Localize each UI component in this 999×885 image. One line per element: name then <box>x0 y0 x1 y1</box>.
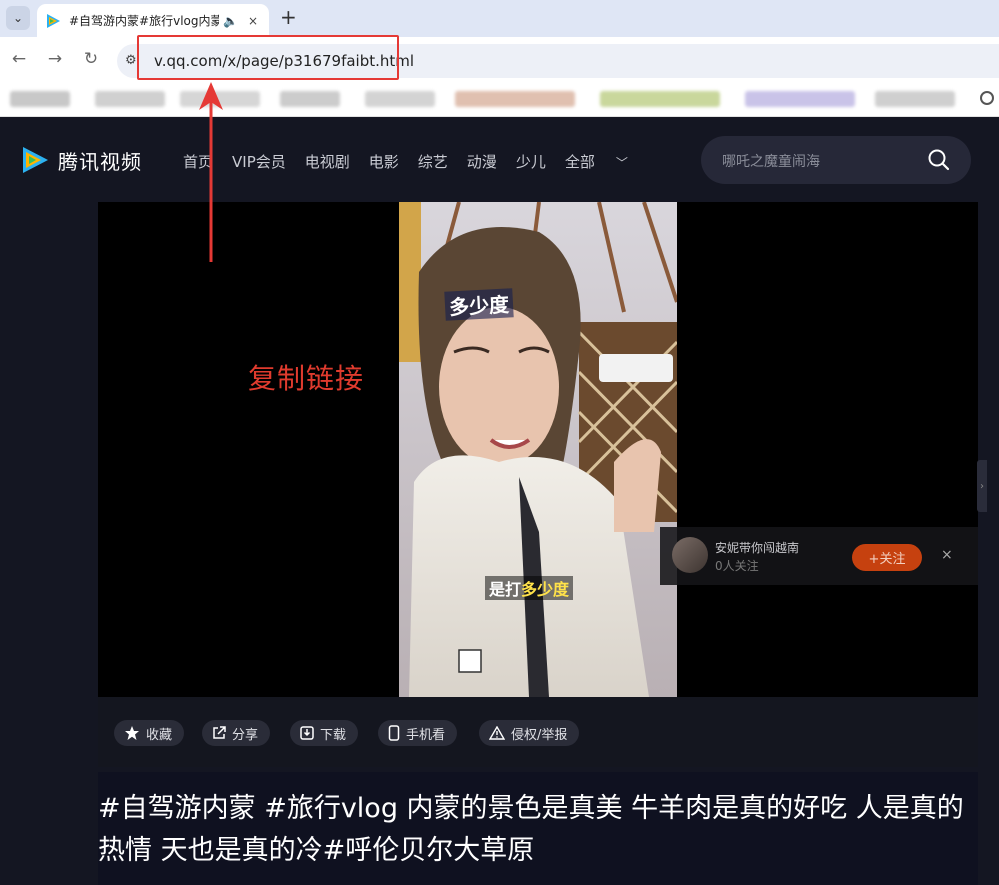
nav-vip[interactable]: VIP会员 <box>232 151 286 172</box>
tab-title: #自驾游内蒙#旅行vlog内蒙 <box>69 14 219 28</box>
tencent-video-page: 腾讯视频 首页 VIP会员 电视剧 电影 综艺 动漫 少儿 全部 ﹀ 哪吒之魔童闹… <box>0 82 999 885</box>
new-tab-button[interactable]: + <box>280 6 297 28</box>
follower-count: 0人关注 <box>715 559 759 573</box>
speaker-icon[interactable]: 🔈 <box>223 14 238 28</box>
nav-movie[interactable]: 电影 <box>369 151 399 172</box>
bookmark-item[interactable] <box>455 91 575 107</box>
bookmark-item[interactable] <box>745 91 855 107</box>
search-box[interactable]: 哪吒之魔童闹海 <box>701 136 971 184</box>
logo-text: 腾讯视频 <box>58 149 142 174</box>
site-logo[interactable]: 腾讯视频 <box>20 145 142 175</box>
nav-anime[interactable]: 动漫 <box>467 151 497 172</box>
follow-card: 安妮带你闯越南 0人关注 +关注 × <box>660 527 978 585</box>
tencent-video-favicon <box>47 13 60 28</box>
nav-all-label: 全部 <box>564 153 595 171</box>
browser-tabstrip: ⌄ #自驾游内蒙#旅行vlog内蒙 🔈 × + <box>0 0 999 37</box>
annotation-label: 复制链接 <box>248 362 365 395</box>
avatar[interactable] <box>672 537 708 573</box>
share-button[interactable]: 分享 <box>202 720 271 746</box>
back-arrow-icon[interactable]: ← <box>8 49 30 69</box>
bookmark-item[interactable] <box>365 91 435 107</box>
forward-arrow-icon[interactable]: → <box>44 49 66 69</box>
bookmark-item[interactable] <box>95 91 165 107</box>
video-caption-top: 多少度 <box>444 288 514 321</box>
bookmark-item[interactable] <box>600 91 720 107</box>
uploader-name[interactable]: 安妮带你闯越南 <box>715 539 799 556</box>
action-bar: 收藏 分享 下载 手机看 侵权/举报 <box>98 697 978 767</box>
download-button[interactable]: 下载 <box>290 720 359 746</box>
phone-icon <box>388 725 400 741</box>
nav-tv[interactable]: 电视剧 <box>305 151 350 172</box>
tab-close-button[interactable]: × <box>248 14 258 28</box>
tencent-video-logo-icon <box>23 147 48 173</box>
watch-on-phone-button[interactable]: 手机看 <box>378 720 458 746</box>
side-panel-toggle[interactable]: › <box>977 460 987 512</box>
site-info-icon[interactable]: ⚙ <box>125 53 137 68</box>
tab-search-menu-button[interactable]: ⌄ <box>6 6 30 30</box>
chevron-right-icon: › <box>980 480 984 492</box>
caption-highlight: 多少度 <box>521 580 570 599</box>
close-icon[interactable]: × <box>941 547 953 563</box>
share-icon <box>212 726 226 740</box>
globe-icon[interactable] <box>980 91 994 105</box>
search-icon[interactable] <box>927 148 951 172</box>
url-highlight-box <box>137 35 399 80</box>
favorite-button[interactable]: 收藏 <box>114 720 185 746</box>
video-title-section: #自驾游内蒙 #旅行vlog 内蒙的景色是真美 牛羊肉是真的好吃 人是真的热情 … <box>98 772 978 885</box>
download-label: 下载 <box>320 727 347 743</box>
active-tab[interactable]: #自驾游内蒙#旅行vlog内蒙 🔈 × <box>37 4 269 37</box>
follow-button[interactable]: +关注 <box>852 544 922 571</box>
caption-prefix: 是打 <box>489 580 522 599</box>
video-frame[interactable]: 多少度 是打多少度 <box>399 202 677 697</box>
download-icon <box>300 726 314 740</box>
main-nav: 首页 VIP会员 电视剧 电影 综艺 动漫 少儿 全部 ﹀ <box>183 151 666 172</box>
report-button[interactable]: 侵权/举报 <box>479 720 580 746</box>
watch-on-phone-label: 手机看 <box>406 727 446 743</box>
star-icon <box>124 725 140 741</box>
nav-kids[interactable]: 少儿 <box>516 151 546 172</box>
bookmark-item[interactable] <box>10 91 70 107</box>
chevron-down-icon: ﹀ <box>615 156 628 170</box>
report-label: 侵权/举报 <box>511 727 568 743</box>
favorite-label: 收藏 <box>146 727 173 743</box>
annotation-arrow-icon <box>199 82 223 262</box>
nav-all[interactable]: 全部 ﹀ <box>565 151 647 172</box>
bookmarks-bar <box>0 83 999 117</box>
share-label: 分享 <box>232 727 259 743</box>
video-image <box>399 202 677 697</box>
chevron-down-icon: ⌄ <box>12 11 24 25</box>
nav-variety[interactable]: 综艺 <box>418 151 448 172</box>
warning-icon <box>489 726 505 740</box>
video-caption-bottom: 是打多少度 <box>485 576 574 600</box>
bookmark-item[interactable] <box>875 91 955 107</box>
video-title: #自驾游内蒙 #旅行vlog 内蒙的景色是真美 牛羊肉是真的好吃 人是真的热情 … <box>98 793 964 866</box>
search-placeholder[interactable]: 哪吒之魔童闹海 <box>722 151 820 171</box>
bookmark-item[interactable] <box>280 91 340 107</box>
video-player[interactable]: 多少度 是打多少度 复制链接 <box>98 202 978 697</box>
reload-icon[interactable]: ↻ <box>80 49 102 69</box>
site-header: 腾讯视频 首页 VIP会员 电视剧 电影 综艺 动漫 少儿 全部 ﹀ 哪吒之魔童闹… <box>0 117 999 203</box>
